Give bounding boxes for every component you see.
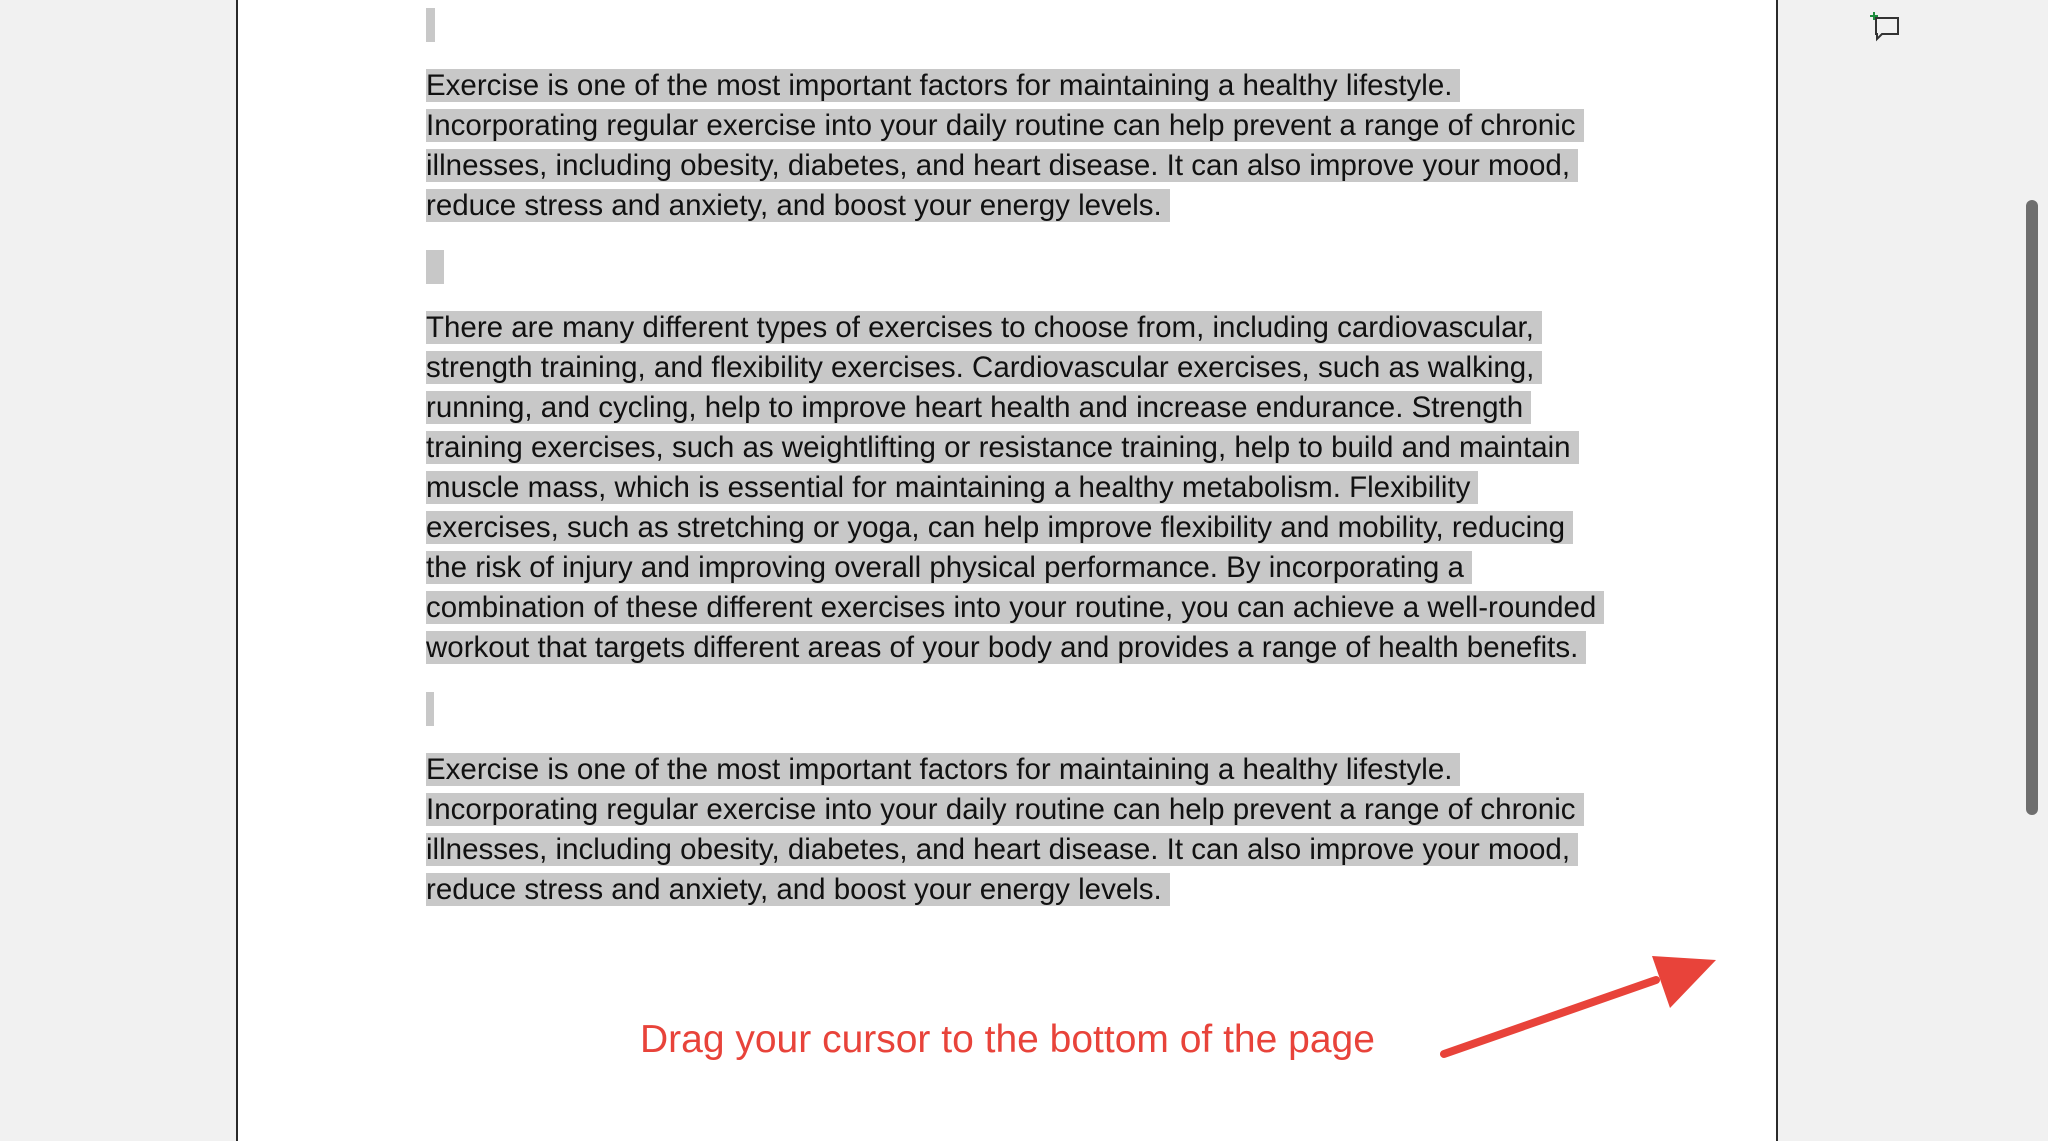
paragraph-3-text: Exercise is one of the most important fa… xyxy=(426,753,1584,906)
instruction-annotation: Drag your cursor to the bottom of the pa… xyxy=(640,1018,1375,1061)
document-content[interactable]: Exercise is one of the most important fa… xyxy=(426,8,1606,910)
paragraph-3[interactable]: Exercise is one of the most important fa… xyxy=(426,750,1606,910)
paragraph-1[interactable]: Exercise is one of the most important fa… xyxy=(426,66,1606,226)
document-page[interactable]: Exercise is one of the most important fa… xyxy=(236,0,1899,1141)
add-comment-icon[interactable] xyxy=(1868,8,1902,42)
scrollbar-thumb[interactable] xyxy=(2026,200,2038,815)
arrow-icon xyxy=(1440,956,1716,1058)
empty-paragraph-selected[interactable] xyxy=(426,8,1606,42)
empty-paragraph-selected[interactable] xyxy=(426,250,1606,284)
vertical-scrollbar[interactable] xyxy=(2020,0,2048,1141)
paragraph-1-text: Exercise is one of the most important fa… xyxy=(426,69,1584,222)
paragraph-2-text: There are many different types of exerci… xyxy=(426,311,1605,664)
selection-mark xyxy=(426,8,435,42)
paragraph-2[interactable]: There are many different types of exerci… xyxy=(426,308,1606,668)
selection-mark xyxy=(426,250,444,284)
selection-mark xyxy=(426,692,434,726)
empty-paragraph-selected[interactable] xyxy=(426,692,1606,726)
